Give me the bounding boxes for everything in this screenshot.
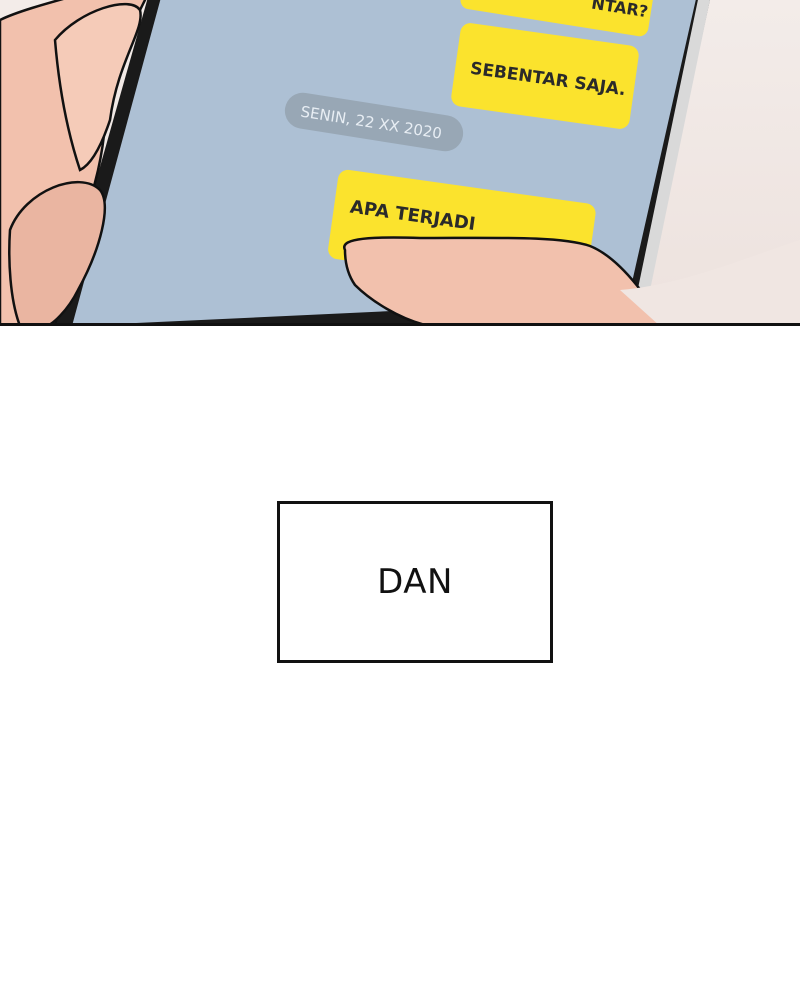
comic-panel-phone: NTAR? SEBENTAR SAJA. SENIN, 22 XX 2020 A… [0, 0, 800, 326]
caption-box: DAN [277, 501, 553, 663]
phone-illustration: NTAR? SEBENTAR SAJA. SENIN, 22 XX 2020 A… [0, 0, 800, 323]
caption-text: DAN [377, 562, 453, 602]
